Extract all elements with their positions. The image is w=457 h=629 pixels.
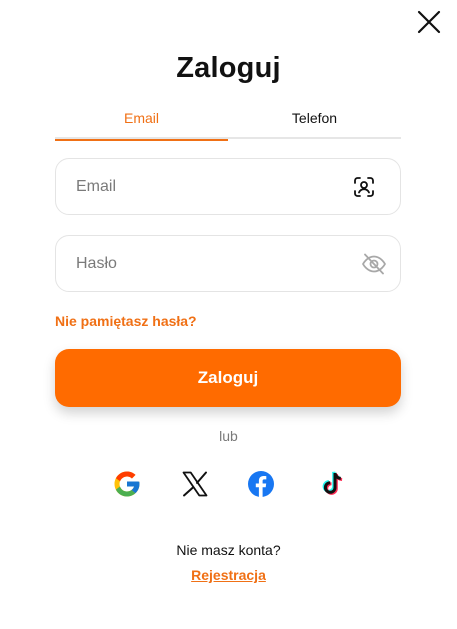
contact-scan-icon[interactable] [352,175,376,199]
email-field[interactable] [55,158,401,215]
tab-phone[interactable]: Telefon [228,106,401,139]
password-input[interactable] [76,236,346,291]
login-button[interactable]: Zaloguj [55,349,401,407]
facebook-icon[interactable] [246,469,276,499]
close-icon[interactable] [416,9,442,35]
tiktok-icon[interactable] [316,469,346,499]
tab-email[interactable]: Email [55,106,228,141]
email-input[interactable] [76,159,346,214]
eye-off-icon[interactable] [360,250,388,278]
separator-text: lub [219,428,238,444]
x-icon[interactable] [180,469,210,499]
google-icon[interactable] [112,469,142,499]
page-title: Zaloguj [176,52,281,84]
register-link[interactable]: Rejestracja [0,567,457,583]
password-field[interactable] [55,235,401,292]
login-method-tabs: Email Telefon [55,106,401,141]
forgot-password-link[interactable]: Nie pamiętasz hasła? [55,313,197,329]
no-account-text: Nie masz konta? [176,542,281,558]
